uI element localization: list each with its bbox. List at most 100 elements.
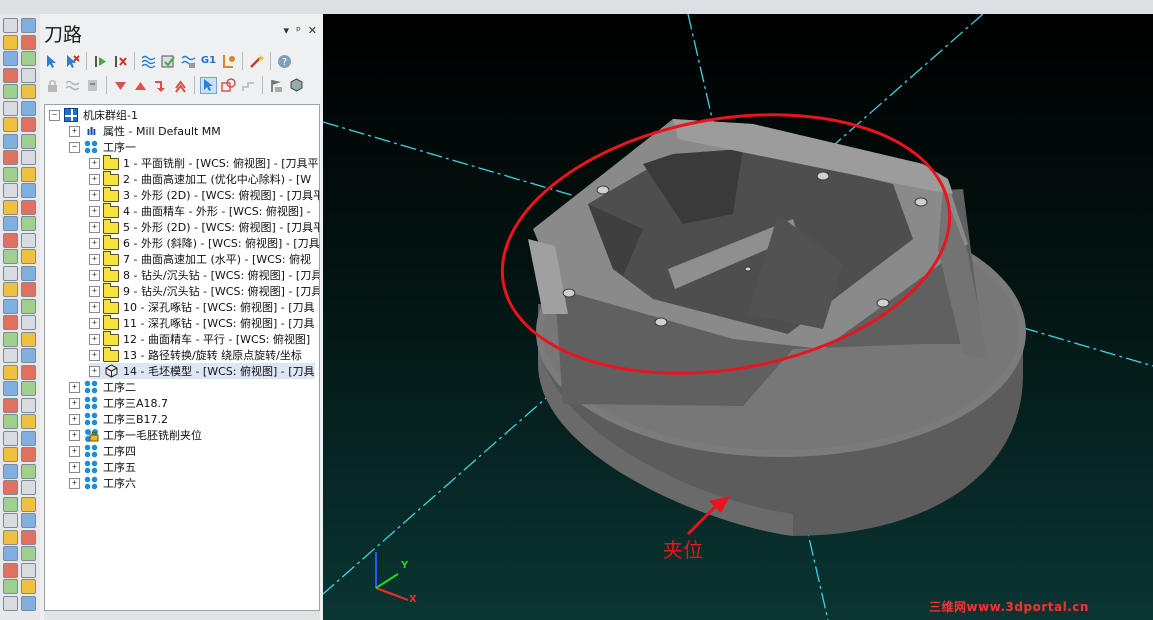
select-arrow-icon[interactable] <box>200 76 217 94</box>
tree-group-item[interactable]: + 工序二 <box>69 379 136 395</box>
left-toolbar-button-icon[interactable] <box>3 51 18 66</box>
left-toolbar-button-icon[interactable] <box>21 282 36 297</box>
select-all-icon[interactable] <box>44 53 61 70</box>
tree-group-item[interactable]: + 工序六 <box>69 475 136 491</box>
expand-icon[interactable]: + <box>89 173 100 185</box>
left-toolbar-button-icon[interactable] <box>21 447 36 462</box>
tree-group-item[interactable]: + 工序三A18.7 <box>69 395 168 411</box>
tree-group-item[interactable]: + 工序五 <box>69 459 136 475</box>
left-toolbar-button-icon[interactable] <box>3 265 18 281</box>
panel-pin-icon[interactable]: ᵖ <box>296 24 301 37</box>
left-toolbar-button-icon[interactable] <box>21 430 36 446</box>
expand-icon[interactable]: + <box>89 333 100 345</box>
expand-icon[interactable]: + <box>69 413 80 425</box>
left-toolbar-button-icon[interactable] <box>3 397 18 413</box>
expand-icon[interactable]: + <box>89 253 100 265</box>
tree-root[interactable]: − 机床群组-1 <box>49 107 138 123</box>
left-toolbar-button-icon[interactable] <box>3 480 18 495</box>
left-toolbar-button-icon[interactable] <box>3 199 18 215</box>
panel-close-icon[interactable]: ✕ <box>308 24 317 37</box>
left-toolbar-button-icon[interactable] <box>21 331 36 347</box>
left-toolbar-button-icon[interactable] <box>21 298 36 314</box>
tree-operation-item[interactable]: +3 - 外形 (2D) - [WCS: 俯视图] - [刀具平 <box>89 187 319 203</box>
left-toolbar-button-icon[interactable] <box>3 166 18 182</box>
left-toolbar-button-icon[interactable] <box>21 265 36 281</box>
expand-icon[interactable]: + <box>89 205 100 217</box>
expand-icon[interactable]: + <box>89 301 100 313</box>
left-toolbar-button-icon[interactable] <box>3 381 18 396</box>
backplot-icon[interactable] <box>140 53 157 70</box>
tree-group-item[interactable]: + 工序四 <box>69 443 136 459</box>
left-toolbar-button-icon[interactable] <box>3 315 18 330</box>
left-toolbar-button-icon[interactable] <box>21 117 36 132</box>
tree-operation-item[interactable]: +13 - 路径转换/旋转 绕原点旋转/坐标 <box>89 347 302 363</box>
panel-menu-icon[interactable]: ▾ <box>284 24 290 37</box>
tree-group-item[interactable]: + 工序三B17.2 <box>69 411 168 427</box>
expand-icon[interactable]: + <box>89 317 100 329</box>
left-toolbar-button-icon[interactable] <box>3 546 18 561</box>
left-toolbar-button-icon[interactable] <box>3 117 18 132</box>
left-toolbar-button-icon[interactable] <box>3 447 18 462</box>
left-toolbar-button-icon[interactable] <box>21 133 36 149</box>
stock-cube-icon[interactable] <box>288 77 305 94</box>
tree-operation-item[interactable]: +4 - 曲面精车 - 外形 - [WCS: 俯视图] - <box>89 203 311 219</box>
left-toolbar-button-icon[interactable] <box>3 463 18 479</box>
expand-icon[interactable]: + <box>69 381 80 393</box>
left-toolbar-button-icon[interactable] <box>3 249 18 264</box>
left-toolbar-button-icon[interactable] <box>3 414 18 429</box>
tree-operation-item[interactable]: +5 - 外形 (2D) - [WCS: 俯视图] - [刀具平 <box>89 219 319 235</box>
tool-manager-icon[interactable] <box>220 53 237 70</box>
left-toolbar-button-icon[interactable] <box>3 34 18 50</box>
post-g1-icon[interactable]: G1 <box>200 53 217 70</box>
left-toolbar-button-icon[interactable] <box>3 513 18 528</box>
step-icon[interactable] <box>240 77 257 94</box>
tree-operation-item[interactable]: +12 - 曲面精车 - 平行 - [WCS: 俯视图] <box>89 331 310 347</box>
left-toolbar-button-icon[interactable] <box>21 381 36 396</box>
simulate-icon[interactable] <box>180 53 197 70</box>
collapse-icon[interactable]: − <box>69 141 80 153</box>
insert-arrow-icon[interactable] <box>152 77 169 94</box>
tree-group-1[interactable]: − 工序一 <box>69 139 136 155</box>
left-toolbar-button-icon[interactable] <box>3 232 18 248</box>
left-toolbar-button-icon[interactable] <box>3 529 18 545</box>
tree-operation-item[interactable]: +7 - 曲面高速加工 (水平) - [WCS: 俯视 <box>89 251 311 267</box>
left-toolbar-button-icon[interactable] <box>3 562 18 578</box>
left-toolbar-button-icon[interactable] <box>3 331 18 347</box>
expand-icon[interactable]: + <box>89 285 100 297</box>
left-toolbar-button-icon[interactable] <box>3 595 18 611</box>
help-icon[interactable]: ? <box>276 53 293 70</box>
left-toolbar-button-icon[interactable] <box>3 348 18 363</box>
expand-icon[interactable]: + <box>89 365 100 377</box>
left-toolbar-button-icon[interactable] <box>3 18 18 33</box>
left-toolbar-button-icon[interactable] <box>3 430 18 446</box>
copy-shape-icon[interactable] <box>220 77 237 94</box>
left-toolbar-button-icon[interactable] <box>21 529 36 545</box>
left-toolbar-button-icon[interactable] <box>21 67 36 83</box>
tree-operation-item[interactable]: +10 - 深孔啄钻 - [WCS: 俯视图] - [刀具 <box>89 299 315 315</box>
left-toolbar-button-icon[interactable] <box>21 397 36 413</box>
left-toolbar-button-icon[interactable] <box>21 18 36 33</box>
left-toolbar-button-icon[interactable] <box>3 496 18 512</box>
delete-ops-icon[interactable] <box>112 53 129 70</box>
left-toolbar-button-icon[interactable] <box>21 100 36 116</box>
tree-operation-item[interactable]: +8 - 钻头/沉头钻 - [WCS: 俯视图] - [刀具 <box>89 267 319 283</box>
left-toolbar-button-icon[interactable] <box>3 579 18 594</box>
expand-icon[interactable]: + <box>89 189 100 201</box>
move-down-icon[interactable] <box>112 77 129 94</box>
expand-icon[interactable]: + <box>89 157 100 169</box>
expand-icon[interactable]: + <box>89 269 100 281</box>
left-toolbar-button-icon[interactable] <box>3 133 18 149</box>
left-toolbar-button-icon[interactable] <box>3 183 18 198</box>
left-toolbar-button-icon[interactable] <box>21 364 36 380</box>
left-toolbar-button-icon[interactable] <box>3 150 18 165</box>
graphics-viewport[interactable]: 夹位 Y X 三维网www.3dportal.cn <box>323 14 1153 620</box>
left-toolbar-button-icon[interactable] <box>21 595 36 611</box>
move-after-icon[interactable] <box>172 77 189 94</box>
flag-icon[interactable] <box>268 77 285 94</box>
left-toolbar-button-icon[interactable] <box>21 150 36 165</box>
tree-horizontal-scrollbar[interactable] <box>44 611 320 620</box>
expand-icon[interactable]: + <box>69 445 80 457</box>
tree-properties[interactable]: + ıIı 属性 - Mill Default MM <box>69 123 221 139</box>
expand-icon[interactable]: + <box>89 237 100 249</box>
left-toolbar-button-icon[interactable] <box>3 67 18 83</box>
